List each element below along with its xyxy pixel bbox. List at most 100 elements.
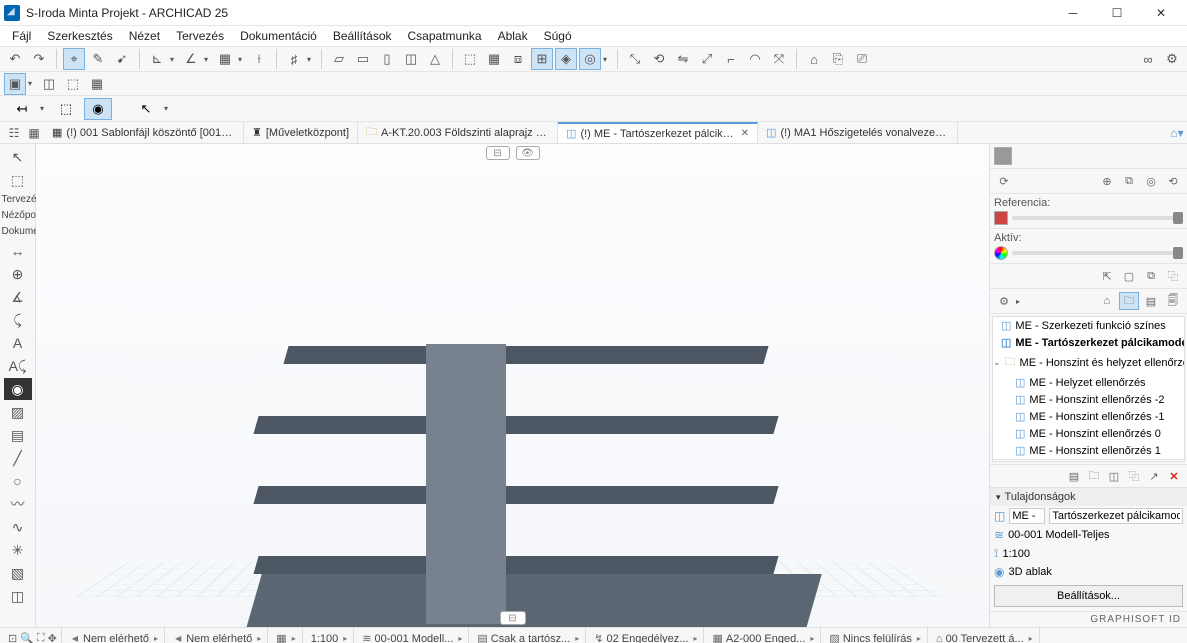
prev-icon[interactable]: ◀	[173, 634, 183, 643]
navmode-views-icon[interactable]: 🗀	[1119, 292, 1139, 310]
tree-clone-icon[interactable]: ⿻	[1125, 468, 1143, 484]
reference-slider[interactable]	[1012, 216, 1183, 220]
cloud-settings-button[interactable]: ⚙	[1161, 48, 1183, 70]
edit-mirror-button[interactable]: ⇋	[672, 48, 694, 70]
close-button[interactable]: ✕	[1139, 0, 1183, 26]
point-tool[interactable]: ✳	[4, 539, 32, 561]
dimension-tool[interactable]: ↔	[4, 240, 32, 262]
tabmenu-grid-icon[interactable]: ▦	[24, 122, 44, 143]
tree-h-scrollbar[interactable]: ◀ ▶	[993, 459, 1184, 462]
navigator-tree[interactable]: ◫ME - Szerkezeti funkció színes ◫ME - Ta…	[992, 316, 1185, 462]
menu-edit[interactable]: Szerkesztés	[39, 27, 120, 45]
nav-mode-orbit[interactable]: ◉	[84, 98, 112, 120]
edit-rotate-button[interactable]: ⟲	[648, 48, 670, 70]
filter-2-button[interactable]: ▦	[483, 48, 505, 70]
overlay-toggle-1[interactable]: ⊟	[486, 146, 510, 160]
edit-resize-button[interactable]: ⤧	[768, 48, 790, 70]
view-organize-button[interactable]: ▦	[86, 73, 108, 95]
tree-saveview-icon[interactable]: ◫	[1105, 468, 1123, 484]
filter-3-button[interactable]: ⧈	[507, 48, 529, 70]
tab-1[interactable]: ♜[Műveletközpont]	[244, 122, 358, 143]
text-tool[interactable]: A	[4, 332, 32, 354]
undo-button[interactable]: ↶	[4, 48, 26, 70]
settings-button[interactable]: Beállítások...	[994, 585, 1183, 607]
ref-torus-icon[interactable]: ◎	[1141, 172, 1161, 190]
guide-attach-button[interactable]: ⊾	[146, 48, 168, 70]
nav-mode-prev[interactable]: ↤	[8, 98, 36, 120]
navmode-project-icon[interactable]: ⌂	[1097, 292, 1117, 310]
label2-tool[interactable]: A⤹	[4, 355, 32, 377]
view-home-button[interactable]: ⌂	[803, 48, 825, 70]
prev-icon[interactable]: ◀	[70, 634, 80, 643]
filter-1-button[interactable]: ⬚	[459, 48, 481, 70]
scroll-right-icon[interactable]: ▶	[1166, 461, 1180, 463]
tree-folder-icon[interactable]: 🗀	[1085, 468, 1103, 484]
view-3dcube-button[interactable]: ⬚	[62, 73, 84, 95]
zoom-fit-icon[interactable]: ⊡	[8, 632, 17, 643]
nav-export-icon[interactable]: ⇱	[1097, 267, 1117, 285]
menu-design[interactable]: Tervezés	[168, 27, 232, 45]
show-slabs-button[interactable]: ▭	[352, 48, 374, 70]
show-beams-button[interactable]: ◫	[400, 48, 422, 70]
angle-tool[interactable]: ∡	[4, 286, 32, 308]
menu-help[interactable]: Súgó	[536, 27, 580, 45]
zoom-sel-icon[interactable]: ⛶	[37, 632, 45, 643]
display-value[interactable]: 02 Engedélyez...	[607, 633, 689, 643]
collapse-icon[interactable]: ⌄	[993, 357, 1001, 368]
tree-item[interactable]: ◫ME - Helyzet ellenőrzés	[993, 374, 1184, 391]
active-slider[interactable]	[1012, 251, 1183, 255]
tree-item[interactable]: ◫ME - Honszint ellenőrzés -2	[993, 391, 1184, 408]
zoom-value-b[interactable]: Nem elérhető	[186, 633, 252, 643]
tab-add-icon[interactable]: ⌂▾	[1167, 122, 1187, 143]
menu-file[interactable]: Fájl	[4, 27, 39, 45]
props-header[interactable]: ▾Tulajdonságok	[990, 488, 1187, 506]
navmode-publisher-icon[interactable]: 🗐	[1163, 292, 1183, 310]
nav-mode-marquee[interactable]: ⬚	[52, 98, 80, 120]
prop-name-input[interactable]	[1049, 508, 1183, 524]
nav-clone-icon[interactable]: ⿻	[1163, 267, 1183, 285]
tree-item[interactable]: ◫ME - Tartószerkezet pálcikamodell	[993, 334, 1184, 351]
edit-round-button[interactable]: ◠	[744, 48, 766, 70]
pen-value[interactable]: A2-000 Enged...	[726, 633, 806, 643]
syringe-button[interactable]: ➹	[111, 48, 133, 70]
tab-2[interactable]: 🗀A-KT.20.003 Földszinti alaprajz [0. 00 …	[358, 122, 558, 143]
cloud-link-button[interactable]: ∞	[1137, 48, 1159, 70]
show-walls-button[interactable]: ▱	[328, 48, 350, 70]
reno-value[interactable]: 00 Tervezett á...	[946, 633, 1024, 643]
ruler-button[interactable]: ⟊	[248, 48, 270, 70]
override-value[interactable]: Nincs felülírás	[843, 633, 912, 643]
redo-button[interactable]: ↷	[28, 48, 50, 70]
ref-refresh-icon[interactable]: ⟲	[1163, 172, 1183, 190]
edit-adjust-button[interactable]: ⌐	[720, 48, 742, 70]
circle-tool[interactable]: ○	[4, 470, 32, 492]
filter-circle-button[interactable]: ◎	[579, 48, 601, 70]
tree-item[interactable]: ◫ME - Honszint ellenőrzés -1	[993, 408, 1184, 425]
tree-item[interactable]: ◫ME - Szerkezeti funkció színes	[993, 317, 1184, 334]
tree-item[interactable]: ◫ME - Honszint ellenőrzés 0	[993, 425, 1184, 442]
ref-color-swatch[interactable]	[994, 211, 1008, 225]
tree-delete-icon[interactable]: ✕	[1165, 468, 1183, 484]
filter-struct-button[interactable]: ⊞	[531, 48, 553, 70]
polyline-tool[interactable]: 〰	[4, 493, 32, 515]
scroll-left-icon[interactable]: ◀	[997, 461, 1011, 463]
tree-item-folder[interactable]: ⌄🗀ME - Honszint és helyzet ellenőrzés	[993, 351, 1184, 374]
figure-tool[interactable]: ▧	[4, 562, 32, 584]
partial-value[interactable]: Csak a tartósz...	[491, 633, 570, 643]
fill-tool[interactable]: ◉	[4, 378, 32, 400]
ref-toggle-icon[interactable]: ⟳	[994, 172, 1014, 190]
tabmenu-tree-icon[interactable]: ☷	[4, 122, 24, 143]
spline-tool[interactable]: ∿	[4, 516, 32, 538]
tab-close-icon[interactable]: ✕	[741, 128, 749, 139]
arrow-tool[interactable]: ↖	[4, 146, 32, 168]
view-window-button[interactable]: ▣	[4, 73, 26, 95]
navmode-layouts-icon[interactable]: ▤	[1141, 292, 1161, 310]
edit-split-button[interactable]: ⤢	[696, 48, 718, 70]
menu-documentation[interactable]: Dokumentáció	[232, 27, 325, 45]
nav-link-icon[interactable]: ⧉	[1141, 267, 1161, 285]
show-columns-button[interactable]: ▯	[376, 48, 398, 70]
eyedropper-button[interactable]: ✎	[87, 48, 109, 70]
zoom-value-a[interactable]: Nem elérhető	[83, 633, 149, 643]
object-tool[interactable]: ◫	[4, 585, 32, 607]
level-tool[interactable]: ⊕	[4, 263, 32, 285]
view-save-button[interactable]: ⎘	[827, 48, 849, 70]
